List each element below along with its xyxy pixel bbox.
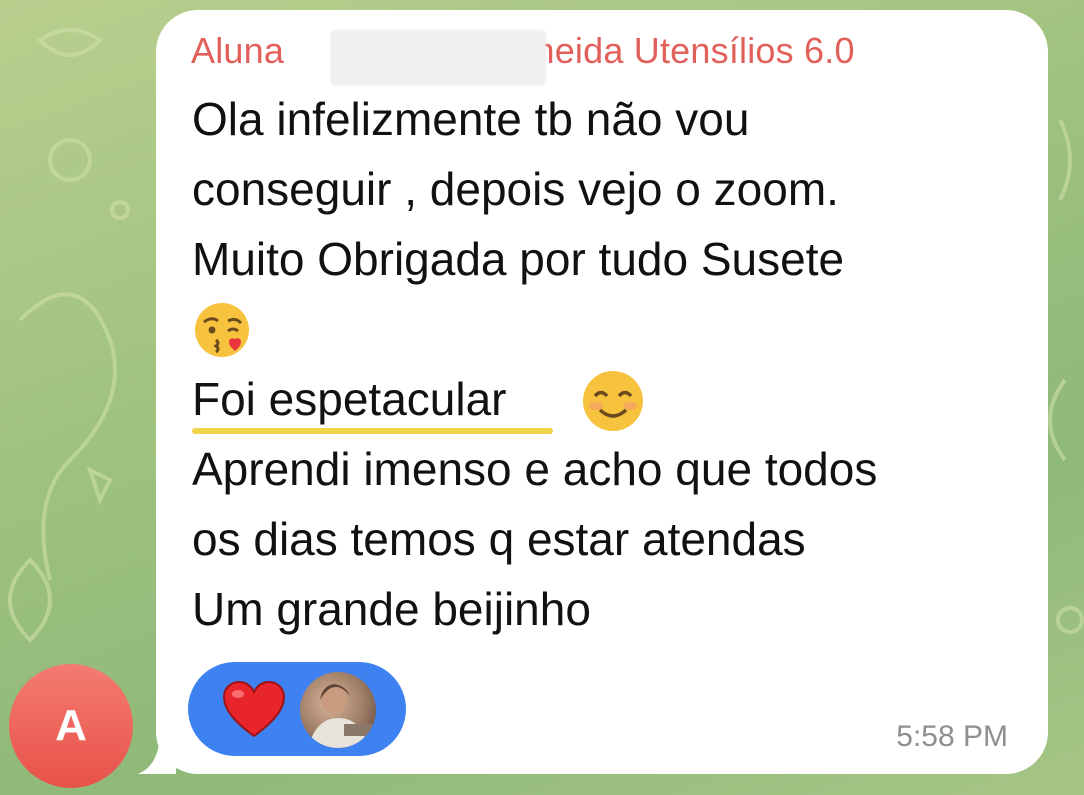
redacted-name-block (330, 30, 546, 86)
message-line-highlighted: Foi espetacular (192, 373, 507, 425)
reaction-pill[interactable] (188, 662, 406, 756)
heart-icon (222, 680, 286, 738)
message-line: Aprendi imenso e acho que todos (192, 443, 878, 495)
message-bubble[interactable]: Aluna neida Utensílios 6.0 Ola infelizme… (156, 10, 1048, 774)
sender-name-suffix: neida Utensílios 6.0 (534, 30, 855, 71)
sender-name-prefix: Aluna (191, 30, 285, 71)
sender-avatar[interactable]: A (9, 664, 133, 788)
message-line: conseguir , depois vejo o zoom. (192, 163, 839, 215)
message-timestamp: 5:58 PM (896, 720, 1008, 753)
reactor-avatar[interactable] (300, 672, 376, 748)
smiling-face-icon (583, 371, 643, 431)
highlight-underline (192, 428, 553, 434)
message-line: os dias temos q estar atendas (192, 513, 806, 565)
reactor-photo (308, 684, 372, 748)
kissing-face-heart-icon (195, 303, 249, 357)
message-line: Um grande beijinho (192, 583, 591, 635)
message-line: Muito Obrigada por tudo Susete (192, 233, 845, 285)
bubble-tail (138, 736, 176, 774)
message-line: Ola infelizmente tb não vou (192, 93, 750, 145)
